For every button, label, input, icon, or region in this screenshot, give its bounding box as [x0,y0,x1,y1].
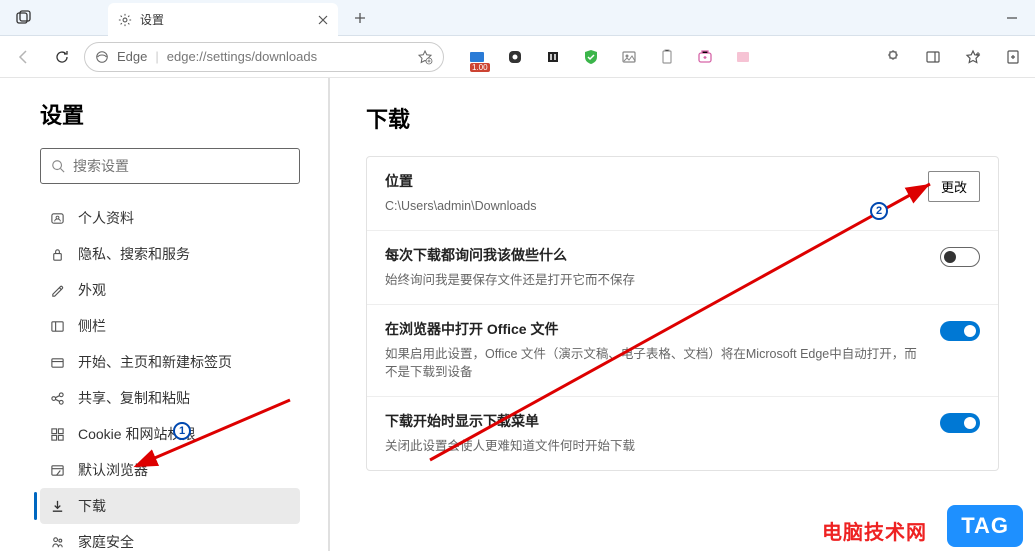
ext-icon-5[interactable] [620,48,638,66]
url-brand: Edge [117,49,147,64]
sidebar-item-label: 侧栏 [78,316,106,336]
ext-icon-2[interactable] [506,48,524,66]
favorite-button[interactable] [417,49,433,65]
ask-title: 每次下载都询问我该做些什么 [385,245,924,265]
split-button[interactable] [919,43,947,71]
edge-icon [95,50,109,64]
tab-settings[interactable]: 设置 [108,3,338,37]
sidebar-item-label: 开始、主页和新建标签页 [78,352,232,372]
address-bar: Edge | edge://settings/downloads 1.00 [0,36,1035,78]
sidebar-title: 设置 [40,98,300,130]
back-button[interactable] [8,41,40,73]
settings-card: 位置 C:\Users\admin\Downloads 更改 每次下载都询问我该… [366,156,999,471]
annotation-badge-2: 2 [870,202,888,220]
tabs-icon [16,10,32,26]
arrow-left-icon [16,49,32,65]
url-input[interactable]: Edge | edge://settings/downloads [84,42,444,72]
refresh-button[interactable] [46,41,78,73]
menu-desc: 关闭此设置会使人更难知道文件何时开始下载 [385,437,924,456]
minimize-button[interactable] [989,0,1035,36]
annotation-badge-1: 1 [173,422,191,440]
ext-icon-8[interactable] [734,48,752,66]
search-icon [51,159,65,173]
tab-title: 设置 [140,11,164,28]
lock-icon [48,247,66,262]
sidebar-item-share[interactable]: 共享、复制和粘贴 [40,380,300,416]
sidebar-item-start[interactable]: 开始、主页和新建标签页 [40,344,300,380]
sidebar-item-downloads[interactable]: 下载 [40,488,300,524]
office-title: 在浏览器中打开 Office 文件 [385,319,924,339]
ext-icon-3[interactable] [544,48,562,66]
row-ask: 每次下载都询问我该做些什么 始终询问我是要保存文件还是打开它而不保存 [367,231,998,305]
star-outline-icon [965,49,981,65]
sidebar-item-appearance[interactable]: 外观 [40,272,300,308]
tab-overview-button[interactable] [0,10,48,26]
puzzle-icon [885,49,901,65]
window-titlebar: 设置 [0,0,1035,36]
sidebar-item-default-browser[interactable]: 默认浏览器 [40,452,300,488]
ext-icon-6[interactable] [658,48,676,66]
sidebar-item-label: 个人资料 [78,208,134,228]
toggle-menu[interactable] [940,413,980,433]
gear-icon [118,13,132,27]
split-icon [925,49,941,65]
content-area: 设置 个人资料 隐私、搜索和服务 外观 侧栏 开始、主页和新建标签页 共享、复制… [0,78,1035,551]
menu-title: 下载开始时显示下载菜单 [385,411,924,431]
appearance-icon [48,283,66,298]
sidebar-item-family[interactable]: 家庭安全 [40,524,300,551]
refresh-icon [54,49,70,65]
extensions-button[interactable] [879,43,907,71]
ask-desc: 始终询问我是要保存文件还是打开它而不保存 [385,271,924,290]
sidebar-icon [48,319,66,334]
search-settings[interactable] [40,148,300,184]
url-path: edge://settings/downloads [167,49,317,64]
download-icon [48,499,66,514]
sidebar-item-label: 外观 [78,280,106,300]
tab-icon [48,355,66,370]
watermark-text: 电脑技术网 [822,516,927,545]
window-controls [989,0,1035,36]
sidebar-item-label: 下载 [78,496,106,516]
sidebar-item-label: 共享、复制和粘贴 [78,388,190,408]
sidebar-item-sidebar[interactable]: 侧栏 [40,308,300,344]
sidebar-item-label: 默认浏览器 [78,460,148,480]
plus-icon [354,12,366,24]
toggle-office[interactable] [940,321,980,341]
settings-sidebar: 设置 个人资料 隐私、搜索和服务 外观 侧栏 开始、主页和新建标签页 共享、复制… [0,78,330,551]
office-desc: 如果启用此设置，Office 文件（演示文稿、电子表格、文档）将在Microso… [385,345,924,383]
star-icon [417,49,433,65]
location-title: 位置 [385,171,912,191]
family-icon [48,535,66,550]
ext-icon-7[interactable] [696,48,714,66]
search-input[interactable] [73,158,289,174]
row-office: 在浏览器中打开 Office 文件 如果启用此设置，Office 文件（演示文稿… [367,305,998,398]
new-tab-button[interactable] [344,2,376,34]
extension-icons: 1.00 [468,48,752,66]
browser-icon [48,463,66,478]
collections-button[interactable] [999,43,1027,71]
row-menu: 下载开始时显示下载菜单 关闭此设置会使人更难知道文件何时开始下载 [367,397,998,470]
toggle-ask[interactable] [940,247,980,267]
sidebar-item-profile[interactable]: 个人资料 [40,200,300,236]
ext-icon-1[interactable]: 1.00 [468,48,486,66]
settings-main: 下载 位置 C:\Users\admin\Downloads 更改 每次下载都询… [330,78,1035,551]
location-path: C:\Users\admin\Downloads [385,197,912,216]
close-icon [318,15,328,25]
sidebar-item-privacy[interactable]: 隐私、搜索和服务 [40,236,300,272]
cookies-icon [48,427,66,442]
close-tab-button[interactable] [318,15,328,25]
sidebar-item-label: 家庭安全 [78,532,134,551]
share-icon [48,391,66,406]
profile-icon [48,211,66,226]
row-location: 位置 C:\Users\admin\Downloads 更改 [367,157,998,231]
watermark-tag: TAG [947,505,1023,547]
favorites-button[interactable] [959,43,987,71]
ext-icon-4[interactable] [582,48,600,66]
sidebar-item-label: 隐私、搜索和服务 [78,244,190,264]
page-heading: 下载 [366,102,999,134]
collections-icon [1005,49,1021,65]
toolbar-right [879,43,1027,71]
change-location-button[interactable]: 更改 [928,171,980,202]
sidebar-item-cookies[interactable]: Cookie 和网站权限 [40,416,300,452]
